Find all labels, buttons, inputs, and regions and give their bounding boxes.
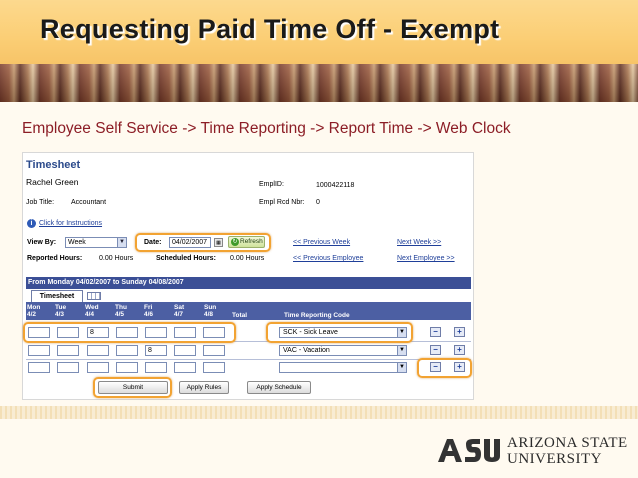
reported-hours-label: Reported Hours:: [27, 255, 83, 262]
hours-cell[interactable]: [203, 362, 225, 373]
next-employee-link[interactable]: Next Employee >>: [397, 255, 455, 262]
timesheet-title: Timesheet: [26, 159, 81, 171]
delete-row-button[interactable]: −: [430, 327, 441, 337]
view-by-value: Week: [68, 239, 86, 246]
view-by-select[interactable]: Week ▼: [65, 237, 127, 248]
previous-employee-link[interactable]: << Previous Employee: [293, 255, 363, 262]
university-name-line2: UNIVERSITY: [507, 451, 602, 467]
asu-logo: [438, 439, 500, 462]
chevron-down-icon: ▼: [397, 363, 406, 372]
hours-cell[interactable]: [57, 362, 79, 373]
university-name-line1: ARIZONA STATE: [507, 435, 628, 451]
hours-cell[interactable]: [174, 345, 196, 356]
apply-schedule-button[interactable]: Apply Schedule: [247, 381, 311, 394]
job-title-label: Job Title:: [26, 199, 55, 206]
trc-header: Time Reporting Code: [284, 312, 350, 319]
hours-row-highlight: [23, 322, 236, 343]
day-header: Tue 4/3: [55, 304, 67, 318]
hours-cell[interactable]: [87, 362, 109, 373]
row-divider: [26, 359, 471, 360]
slide-title: Requesting Paid Time Off - Exempt: [40, 14, 500, 44]
period-header: From Monday 04/02/2007 to Sunday 04/08/2…: [26, 277, 471, 289]
chevron-down-icon: ▼: [117, 238, 126, 247]
add-row-highlight: [417, 358, 472, 378]
reported-hours-value: 0.00 Hours: [99, 255, 134, 262]
date-refresh-highlight: [135, 233, 271, 252]
hours-cell[interactable]: [87, 345, 109, 356]
previous-week-link[interactable]: << Previous Week: [293, 239, 350, 246]
hours-cell[interactable]: [174, 362, 196, 373]
hours-cell[interactable]: [145, 362, 167, 373]
grid-header: Mon 4/2 Tue 4/3 Wed 4/4 Thu 4/5 Fri 4/6 Sat 4/…: [26, 302, 471, 320]
day-header: Sat 4/7: [174, 304, 185, 318]
hours-cell[interactable]: [28, 362, 50, 373]
empl-rcd-value: 0: [316, 199, 320, 206]
hours-cell[interactable]: [116, 362, 138, 373]
trc-highlight: [266, 322, 413, 343]
campus-photo-banner: [0, 64, 638, 102]
trc-select[interactable]: ▼: [279, 362, 407, 373]
view-by-label: View By:: [27, 239, 57, 246]
emplid-label: EmplID:: [259, 181, 284, 188]
day-header: Fri 4/6: [144, 304, 154, 318]
add-row-button[interactable]: +: [454, 327, 465, 337]
next-week-link[interactable]: Next Week >>: [397, 239, 441, 246]
footer-stripe: [0, 406, 638, 419]
employee-name: Rachel Green: [26, 177, 79, 187]
day-header: Mon 4/2: [27, 304, 41, 318]
hours-cell[interactable]: 8: [145, 345, 167, 356]
grid-view-icon[interactable]: [87, 292, 101, 300]
info-icon: i: [27, 219, 36, 228]
total-header: Total: [232, 312, 248, 319]
day-header: Sun 4/8: [204, 304, 217, 318]
chevron-down-icon: ▼: [397, 346, 406, 355]
hours-cell[interactable]: [28, 345, 50, 356]
hours-cell[interactable]: [116, 345, 138, 356]
submit-highlight: [93, 377, 172, 398]
emplid-value: 1000422118: [316, 182, 355, 189]
scheduled-hours-value: 0.00 Hours: [230, 255, 265, 262]
timesheet-screenshot: Timesheet Rachel Green EmplID: 100042211…: [22, 152, 474, 400]
hours-cell[interactable]: [203, 345, 225, 356]
scheduled-hours-label: Scheduled Hours:: [156, 255, 216, 262]
instructions-link[interactable]: Click for Instructions: [39, 220, 102, 227]
delete-row-button[interactable]: −: [430, 345, 441, 355]
day-header: Wed 4/4: [85, 304, 99, 318]
empl-rcd-label: Empl Rcd Nbr:: [259, 199, 305, 206]
navigation-breadcrumb: Employee Self Service -> Time Reporting …: [22, 120, 511, 137]
hours-cell[interactable]: [57, 345, 79, 356]
trc-value: VAC - Vacation: [283, 347, 330, 354]
job-title-value: Accountant: [71, 199, 107, 206]
tab-timesheet[interactable]: Timesheet: [31, 290, 83, 302]
add-row-button[interactable]: +: [454, 345, 465, 355]
trc-select[interactable]: VAC - Vacation ▼: [279, 345, 407, 356]
apply-rules-button[interactable]: Apply Rules: [179, 381, 229, 394]
day-header: Thu 4/5: [115, 304, 127, 318]
